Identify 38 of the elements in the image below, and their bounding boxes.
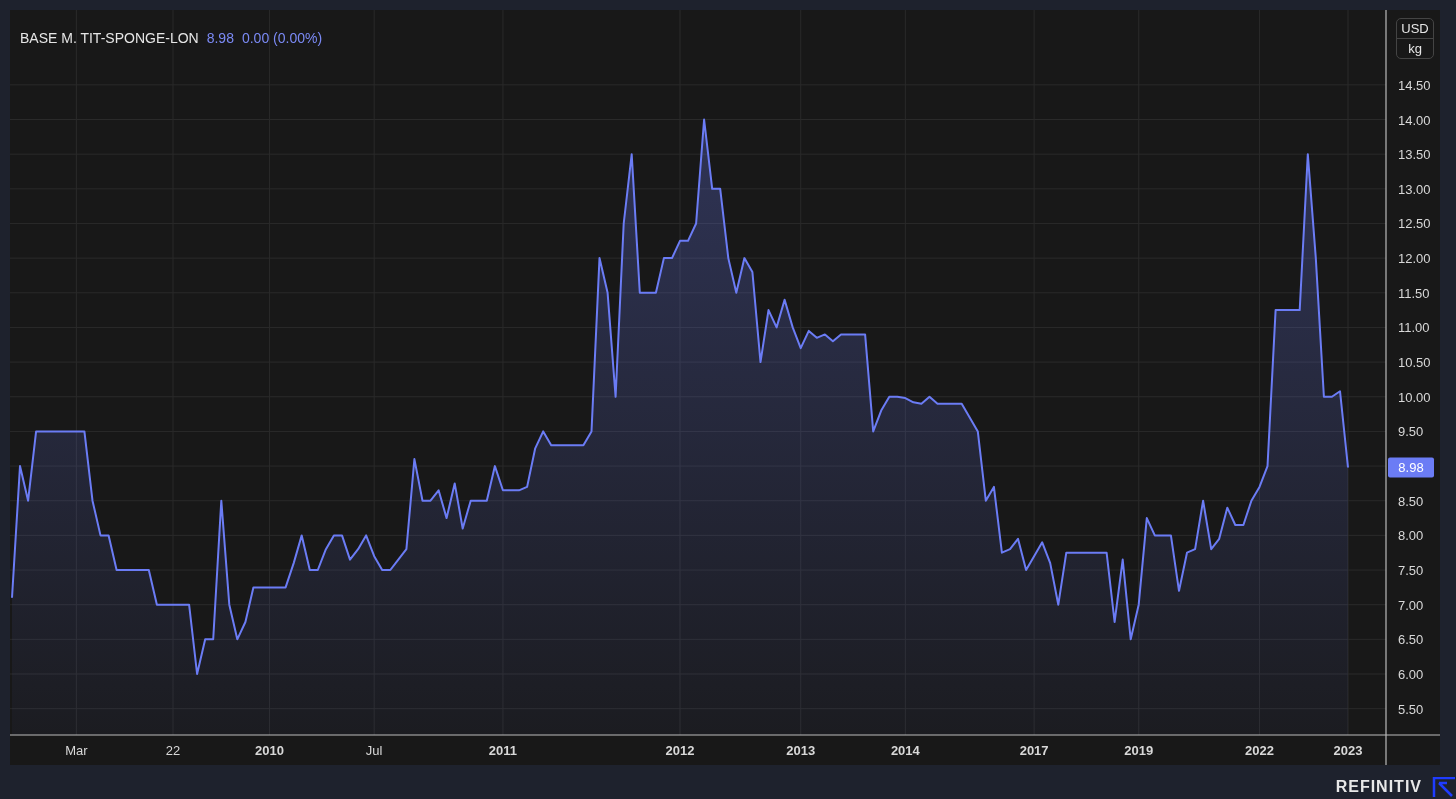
y-tick-label: 5.50 (1398, 701, 1424, 717)
x-tick-label: 2023 (1333, 743, 1363, 758)
y-tick-label: 11.00 (1398, 320, 1430, 336)
unit-button[interactable]: kg (1397, 38, 1433, 58)
y-tick-label: 12.00 (1398, 251, 1431, 267)
y-tick-label: 8.00 (1398, 528, 1424, 544)
x-tick-label: 22 (165, 743, 181, 758)
last-price: 8.98 (206, 30, 234, 46)
y-tick-label: 10.00 (1398, 389, 1431, 405)
unit-button[interactable]: USD (1397, 19, 1433, 38)
x-tick-label: 2010 (255, 743, 284, 758)
y-tick-label: 9.50 (1398, 424, 1424, 440)
y-tick-label: 7.50 (1398, 563, 1424, 579)
y-tick-label: 14.50 (1398, 77, 1431, 93)
y-tick-label: 14.00 (1398, 112, 1431, 128)
price-change: 0.00 (0.00%) (241, 30, 323, 46)
price-tag: 8.98 (1388, 457, 1434, 478)
y-tick-label: 6.00 (1398, 667, 1424, 682)
instrument-name: BASE M. TIT-SPONGE-LON (20, 30, 199, 46)
y-tick-label: 10.50 (1398, 355, 1431, 371)
y-tick-label: 12.50 (1398, 216, 1431, 232)
y-tick-label: 8.50 (1398, 493, 1424, 509)
brand-logo-text: REFINITIV (1335, 778, 1422, 796)
x-tick-label: Mar (65, 743, 88, 758)
x-tick-label: 2019 (1124, 743, 1154, 758)
x-tick-label: 2014 (890, 743, 920, 758)
x-tick-label: 2013 (786, 743, 816, 758)
y-tick-label: 11.50 (1398, 285, 1430, 301)
x-tick-label: 2011 (488, 743, 518, 758)
x-tick-label: 2012 (665, 743, 695, 758)
logo-icon (1432, 777, 1456, 797)
x-tick-label: 2017 (1019, 743, 1049, 758)
y-tick-label: 13.00 (1398, 181, 1431, 197)
y-tick-label: 13.50 (1398, 147, 1431, 163)
y-tick-label: 6.50 (1398, 632, 1424, 648)
x-tick-label: Jul (365, 743, 383, 758)
y-tick-label: 7.00 (1398, 597, 1424, 613)
x-tick-label: 2022 (1245, 743, 1274, 758)
